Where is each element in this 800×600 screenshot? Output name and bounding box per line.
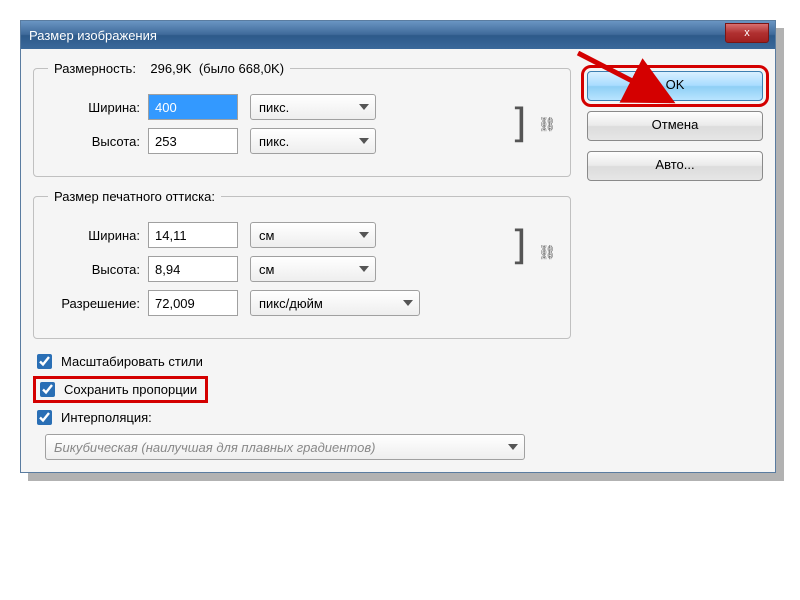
constrain-proportions-checkbox[interactable]: Сохранить пропорции — [33, 376, 208, 403]
chevron-down-icon — [359, 232, 369, 238]
cancel-button[interactable]: Отмена — [587, 111, 763, 141]
image-size-dialog: Размер изображения x Размерность: 296,9K… — [20, 20, 776, 473]
pixel-dimensions-legend: Размерность: 296,9K (было 668,0K) — [48, 61, 290, 76]
pixel-dimensions-group: Размерность: 296,9K (было 668,0K) Ширина… — [33, 61, 571, 177]
print-dimensions-group: Размер печатного оттиска: Ширина: см — [33, 189, 571, 339]
width-label: Ширина: — [48, 100, 148, 115]
resolution-unit-select[interactable]: пикс/дюйм — [250, 290, 420, 316]
close-icon: x — [744, 27, 750, 39]
height-unit-select[interactable]: пикс. — [250, 128, 376, 154]
interpolation-checkbox[interactable]: Интерполяция: — [33, 407, 571, 428]
print-height-unit-select[interactable]: см — [250, 256, 376, 282]
link-icon: ⛓ — [538, 244, 556, 261]
width-unit-select[interactable]: пикс. — [250, 94, 376, 120]
print-width-label: Ширина: — [48, 228, 148, 243]
print-height-input[interactable] — [148, 256, 238, 282]
resolution-label: Разрешение: — [48, 296, 148, 311]
chevron-down-icon — [508, 444, 518, 450]
auto-button[interactable]: Авто... — [587, 151, 763, 181]
height-input[interactable] — [148, 128, 238, 154]
interpolation-method-select[interactable]: Бикубическая (наилучшая для плавных град… — [45, 434, 525, 460]
titlebar[interactable]: Размер изображения x — [21, 21, 775, 49]
print-dimensions-legend: Размер печатного оттиска: — [48, 189, 221, 204]
height-label: Высота: — [48, 134, 148, 149]
print-height-label: Высота: — [48, 262, 148, 277]
window-title: Размер изображения — [29, 28, 157, 43]
constrain-link-indicator: ] — [508, 104, 532, 144]
width-input[interactable] — [148, 94, 238, 120]
resolution-input[interactable] — [148, 290, 238, 316]
ok-button[interactable]: OK — [587, 71, 763, 101]
chevron-down-icon — [403, 300, 413, 306]
chevron-down-icon — [359, 266, 369, 272]
chevron-down-icon — [359, 104, 369, 110]
constrain-link-indicator: ] — [508, 226, 532, 266]
chevron-down-icon — [359, 138, 369, 144]
link-icon: ⛓ — [538, 116, 556, 133]
print-width-input[interactable] — [148, 222, 238, 248]
print-width-unit-select[interactable]: см — [250, 222, 376, 248]
close-button[interactable]: x — [725, 23, 769, 43]
scale-styles-checkbox[interactable]: Масштабировать стили — [33, 351, 571, 372]
